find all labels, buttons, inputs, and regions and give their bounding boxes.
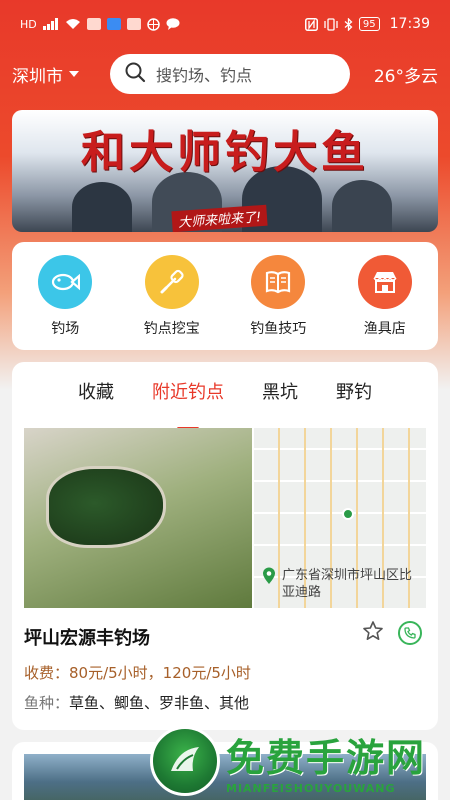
tab-wild-fishing[interactable]: 野钓 (336, 378, 372, 420)
shovel-icon (144, 254, 199, 309)
shop-icon (357, 254, 412, 309)
app-icon-blue (106, 18, 121, 30)
pond-shape (46, 466, 166, 548)
wifi-icon (65, 18, 81, 30)
weather-info[interactable]: 26°多云 (374, 62, 438, 87)
chat-icon (166, 18, 180, 30)
menu-item-tackle-shop[interactable]: 渔具店 (340, 254, 430, 338)
bluetooth-icon (344, 17, 353, 31)
fish-icon (38, 254, 93, 309)
menu-label: 钓场 (51, 320, 80, 337)
star-icon[interactable] (362, 620, 384, 646)
chevron-down-icon (69, 71, 79, 77)
watermark-logo-icon (150, 726, 220, 796)
menu-item-fishing-tips[interactable]: 钓鱼技巧 (233, 254, 323, 338)
city-label: 深圳市 (12, 66, 63, 87)
search-icon (124, 61, 146, 87)
top-header: 深圳市 搜钓场、钓点 26°多云 (0, 52, 450, 96)
tab-bar: 收藏 附近钓点 黑坑 野钓 (12, 362, 438, 420)
status-bar: HD 95 17:39 (0, 0, 450, 48)
site-watermark: 免费手游网 MIANFEISHOUYOUWANG (150, 722, 440, 800)
hd-icon: HD (20, 17, 37, 31)
watermark-subtitle: MIANFEISHOUYOUWANG (226, 782, 396, 795)
status-left: HD (20, 17, 180, 31)
book-icon (251, 254, 306, 309)
spot-media[interactable]: 广东省深圳市坪山区比亚迪路 (24, 428, 426, 608)
fish-list: 草鱼、鲫鱼、罗非鱼、其他 (69, 694, 250, 712)
app-icon-red (86, 18, 101, 30)
phone-icon[interactable] (398, 621, 422, 645)
app-icon-red-2 (126, 18, 141, 30)
banner-figure (72, 182, 132, 232)
menu-item-spot-treasure[interactable]: 钓点挖宝 (127, 254, 217, 338)
menu-label: 钓鱼技巧 (250, 320, 307, 337)
search-placeholder: 搜钓场、钓点 (156, 66, 253, 85)
nfc-icon (304, 17, 318, 31)
menu-label: 钓点挖宝 (143, 320, 200, 337)
fish-label: 鱼种： (24, 694, 70, 712)
spot-map[interactable]: 广东省深圳市坪山区比亚迪路 (254, 428, 426, 608)
tab-nearby-spots[interactable]: 附近钓点 (152, 378, 224, 420)
spot-list-card: 收藏 附近钓点 黑坑 野钓 广东省深圳市坪山区比亚迪路 坪山宏源丰钓场 收费：8… (12, 362, 438, 730)
promo-banner[interactable]: 和大师钓大鱼 大师来啦来了! (12, 110, 438, 232)
map-address: 广东省深圳市坪山区比亚迪路 (262, 567, 422, 602)
location-pin-icon (262, 567, 276, 591)
signal-5g-icon (42, 18, 59, 30)
spot-photo[interactable] (24, 428, 252, 608)
watermark-text: 免费手游网 MIANFEISHOUYOUWANG (226, 727, 426, 795)
map-marker-icon (342, 508, 354, 520)
spot-fish-species: 鱼种：草鱼、鲫鱼、罗非鱼、其他 (24, 692, 249, 713)
clock: 17:39 (389, 16, 430, 32)
ball-icon (147, 17, 160, 31)
menu-label: 渔具店 (363, 320, 406, 337)
battery-indicator: 95 (358, 17, 380, 31)
tab-favorites[interactable]: 收藏 (78, 378, 114, 420)
spot-fee: 收费：80元/5小时，120元/5小时 (24, 664, 251, 682)
search-bar[interactable]: 搜钓场、钓点 (110, 54, 350, 94)
watermark-title: 免费手游网 (226, 736, 427, 780)
banner-title: 和大师钓大鱼 (81, 127, 369, 178)
banner-figure (332, 180, 392, 232)
menu-item-fishing-ground[interactable]: 钓场 (20, 254, 110, 338)
tab-black-pit[interactable]: 黑坑 (262, 378, 298, 420)
spot-actions (362, 620, 422, 646)
category-menu: 钓场 钓点挖宝 钓鱼技巧 渔具店 (12, 242, 438, 350)
spot-name[interactable]: 坪山宏源丰钓场 (24, 624, 150, 650)
city-selector[interactable]: 深圳市 (12, 62, 110, 87)
status-right: 95 17:39 (304, 16, 430, 32)
address-text: 广东省深圳市坪山区比亚迪路 (282, 567, 413, 601)
vibrate-icon (324, 17, 338, 31)
